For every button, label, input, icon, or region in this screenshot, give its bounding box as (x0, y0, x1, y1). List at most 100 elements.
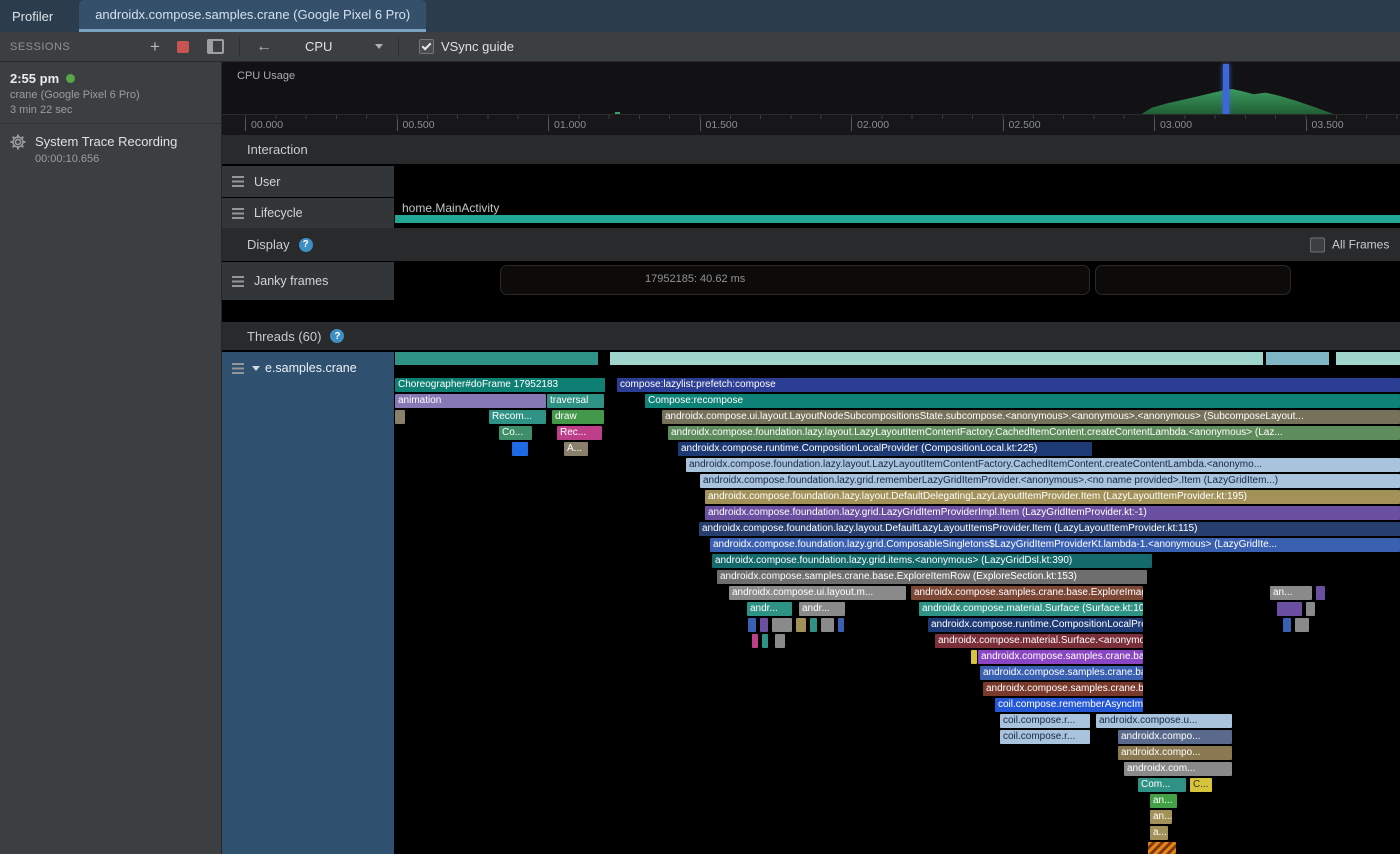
trace-event-bar[interactable]: andr... (747, 602, 792, 616)
trace-event-bar[interactable]: an... (1150, 810, 1172, 824)
trace-event-bar[interactable] (512, 442, 528, 456)
cpu-usage-track[interactable]: CPU Usage 00.00000.50001.00001.50002.000… (222, 62, 1400, 135)
trace-event-bar[interactable]: androidx.compose.foundation.lazy.grid.it… (712, 554, 1152, 568)
trace-event-bar[interactable]: a... (1150, 826, 1168, 840)
threads-section-header[interactable]: Threads (60) (222, 322, 1400, 350)
trace-event-bar[interactable] (971, 650, 977, 664)
display-section-header[interactable]: Display All Frames (222, 228, 1400, 261)
checkbox-unchecked-icon[interactable] (1310, 237, 1325, 252)
vsync-checkbox[interactable]: VSync guide (419, 39, 514, 54)
trace-event-bar[interactable]: traversal (547, 394, 604, 408)
trace-event-bar[interactable]: Recom... (489, 410, 546, 424)
trace-event-bar[interactable]: androidx.compose.ui.layout.LayoutNodeSub… (662, 410, 1400, 424)
trace-event-bar[interactable] (821, 618, 834, 632)
trace-event-bar[interactable]: A... (564, 442, 588, 456)
trace-event-bar[interactable]: Compose:recompose (645, 394, 1400, 408)
trace-event-bar[interactable]: Co... (499, 426, 532, 440)
trace-event-bar[interactable] (1295, 618, 1309, 632)
trace-event-bar[interactable] (1316, 586, 1325, 600)
trace-event-bar[interactable]: andr... (799, 602, 845, 616)
trace-event-bar[interactable]: androidx.compose.samples.crane.base.Expl… (980, 666, 1143, 680)
drag-handle-icon[interactable] (232, 208, 244, 219)
trace-event-bar[interactable] (1283, 618, 1291, 632)
trace-event-bar[interactable] (752, 634, 758, 648)
interaction-section-header[interactable]: Interaction (222, 135, 1400, 164)
track-thread-label[interactable]: e.samples.crane (222, 352, 394, 854)
trace-event-bar[interactable]: androidx.compose.material.Surface (Surfa… (919, 602, 1143, 616)
help-icon[interactable] (299, 238, 313, 252)
trace-event-bar[interactable] (762, 634, 768, 648)
trace-event-bar[interactable]: androidx.compose.samples.crane.base.Expl… (911, 586, 1143, 600)
track-user-label[interactable]: User (222, 166, 394, 197)
trace-event-bar[interactable]: Choreographer#doFrame 17952183 (395, 378, 605, 392)
trace-event-bar[interactable]: androidx.compose.u... (1096, 714, 1232, 728)
lifecycle-event-bar[interactable] (395, 215, 1400, 223)
track-janky-label[interactable]: Janky frames (222, 262, 394, 300)
trace-event-bar[interactable]: androidx.compose.foundation.lazy.grid.re… (700, 474, 1400, 488)
flame-chart[interactable]: Choreographer#doFrame 17952183 compose:la… (395, 352, 1400, 854)
trace-event-bar[interactable]: androidx.compose.material.Surface.<anony… (935, 634, 1143, 648)
profiler-mode-select[interactable]: CPU (296, 36, 392, 58)
drag-handle-icon[interactable] (232, 276, 244, 287)
session-device: crane (Google Pixel 6 Pro) (10, 89, 211, 101)
trace-event-bar[interactable]: androidx.compose.foundation.lazy.layout.… (705, 490, 1400, 504)
drag-handle-icon[interactable] (232, 363, 244, 374)
trace-event-bar[interactable]: coil.compose.r... (1000, 730, 1090, 744)
trace-event-bar[interactable]: androidx.compose.foundation.lazy.grid.Co… (710, 538, 1400, 552)
trace-event-bar[interactable] (838, 618, 844, 632)
help-icon[interactable] (330, 329, 344, 343)
trace-event-bar[interactable]: androidx.compo... (1118, 746, 1232, 760)
trace-event-bar[interactable]: androidx.compose.ui.layout.m... (729, 586, 906, 600)
all-frames-checkbox[interactable]: All Frames (1310, 237, 1389, 252)
trace-event-bar[interactable]: an... (1270, 586, 1312, 600)
track-lifecycle-label[interactable]: Lifecycle (222, 198, 394, 228)
trace-event-bar[interactable]: Com... (1138, 778, 1186, 792)
trace-event-bar[interactable]: androidx.compose.samples.crane.base.Expl… (983, 682, 1143, 696)
add-session-icon[interactable]: + (150, 38, 160, 55)
cpu-usage-chart[interactable] (222, 62, 1400, 115)
trace-event-bar[interactable]: androidx.compose.samples.crane.base.Expl… (717, 570, 1147, 584)
session-card[interactable]: 2:55 pm crane (Google Pixel 6 Pro) 3 min… (0, 62, 221, 123)
trace-event-bar[interactable]: androidx.compose.foundation.lazy.grid.La… (705, 506, 1400, 520)
checkbox-checked-icon[interactable] (419, 39, 434, 54)
trace-event-bar[interactable]: androidx.compo... (1118, 730, 1232, 744)
trace-event-bar[interactable]: animation (395, 394, 546, 408)
trace-event-bar[interactable]: draw (552, 410, 604, 424)
trace-event-bar[interactable] (1148, 842, 1176, 854)
trace-event-bar[interactable] (1306, 602, 1315, 616)
trace-event-bar[interactable]: C... (1190, 778, 1212, 792)
trace-event-bar[interactable]: androidx.compose.runtime.CompositionLoca… (928, 618, 1143, 632)
trace-event-bar[interactable]: androidx.compose.foundation.lazy.layout.… (699, 522, 1400, 536)
janky-frame-bar[interactable] (500, 265, 1090, 295)
trace-event-bar[interactable]: androidx.compose.samples.crane.base.Expl… (978, 650, 1143, 664)
stop-recording-icon[interactable] (177, 41, 189, 53)
session-tab[interactable]: androidx.compose.samples.crane (Google P… (79, 0, 426, 32)
janky-frame-bar[interactable] (1095, 265, 1291, 295)
timeline-ruler[interactable]: 00.00000.50001.00001.50002.00002.50003.0… (222, 114, 1400, 135)
trace-event-bar[interactable]: coil.compose.r... (1000, 714, 1090, 728)
back-icon[interactable]: ← (256, 38, 272, 56)
trace-event-bar[interactable] (1277, 602, 1302, 616)
trace-event-bar[interactable]: androidx.compose.foundation.lazy.layout.… (668, 426, 1400, 440)
artifact-system-trace[interactable]: System Trace Recording 00:00:10.656 (0, 123, 221, 175)
trace-event-bar[interactable]: androidx.compose.foundation.lazy.layout.… (686, 458, 1400, 472)
collapse-panel-icon[interactable] (207, 39, 224, 54)
sessions-sidebar: 2:55 pm crane (Google Pixel 6 Pro) 3 min… (0, 62, 222, 854)
trace-event-bar[interactable]: an... (1150, 794, 1177, 808)
trace-event-bar[interactable]: coil.compose.rememberAsyncImagePainter (… (995, 698, 1143, 712)
trace-event-bar[interactable] (748, 618, 756, 632)
trace-event-bar[interactable]: androidx.com... (1124, 762, 1232, 776)
trace-event-bar[interactable] (796, 618, 806, 632)
trace-event-bar[interactable] (775, 634, 785, 648)
trace-event-bar[interactable]: compose:lazylist:prefetch:compose (617, 378, 1400, 392)
timeline-tick: 02.500 (1003, 119, 1041, 131)
drag-handle-icon[interactable] (232, 176, 244, 187)
trace-event-bar[interactable] (810, 618, 817, 632)
trace-event-bar[interactable] (772, 618, 792, 632)
trace-event-bar[interactable] (395, 410, 405, 424)
trace-event-bar[interactable] (760, 618, 768, 632)
expand-caret-icon[interactable] (252, 366, 260, 371)
trace-event-bar[interactable]: Rec... (557, 426, 602, 440)
trace-event-bar[interactable]: androidx.compose.runtime.CompositionLoca… (678, 442, 1092, 456)
artifact-title: System Trace Recording (35, 134, 177, 149)
